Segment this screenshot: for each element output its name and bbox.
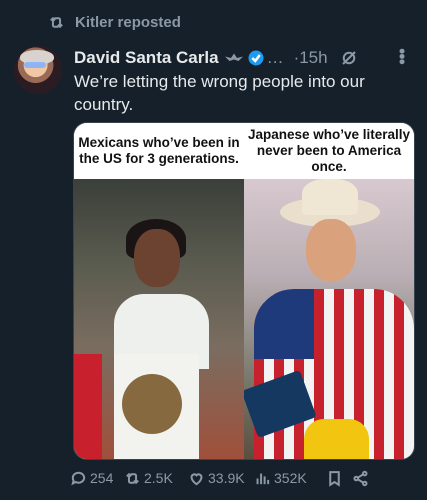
author-handle[interactable]: … (267, 48, 284, 68)
repost-icon (48, 14, 65, 31)
media-caption-left: Mexicans who’ve been in the US for 3 gen… (74, 123, 244, 179)
tweet-timestamp[interactable]: ·15h (294, 48, 328, 68)
repost-label: Kitler reposted (75, 14, 181, 31)
verified-badge-icon (248, 50, 264, 66)
affiliation-badge-icon (224, 53, 243, 61)
author-name[interactable]: David Santa Carla (74, 48, 219, 68)
repost-count: 2.5K (144, 470, 173, 486)
tweet-header: David Santa Carla … ·15h ••• (74, 46, 415, 70)
repost-button[interactable]: 2.5K (124, 470, 188, 487)
repost-indicator[interactable]: Kitler reposted (48, 14, 181, 31)
repost-icon (124, 470, 141, 487)
photo-right (244, 179, 414, 459)
like-button[interactable]: 33.9K (188, 470, 254, 487)
views-chart-icon (254, 470, 271, 487)
like-count: 33.9K (208, 470, 245, 486)
avatar[interactable] (14, 46, 62, 94)
reply-button[interactable]: 254 (70, 470, 124, 487)
grok-icon[interactable] (340, 49, 358, 67)
media-caption-right: Japanese who’ve literally never been to … (244, 123, 414, 179)
reply-icon (70, 470, 87, 487)
tweet-text: We’re letting the wrong people into our … (74, 72, 365, 114)
bookmark-button[interactable] (326, 470, 352, 487)
heart-icon (188, 470, 205, 487)
tweet-actions: 254 2.5K 33.9K 352K (70, 466, 417, 490)
tweet-media-image[interactable]: Mexicans who’ve been in the US for 3 gen… (73, 122, 415, 460)
photo-left (74, 179, 244, 459)
views-button[interactable]: 352K (254, 470, 326, 487)
bookmark-icon (326, 470, 343, 487)
reply-count: 254 (90, 470, 114, 486)
share-icon (352, 470, 369, 487)
share-button[interactable] (352, 470, 372, 487)
more-options-icon[interactable]: ••• (392, 48, 412, 64)
view-count: 352K (274, 470, 307, 486)
